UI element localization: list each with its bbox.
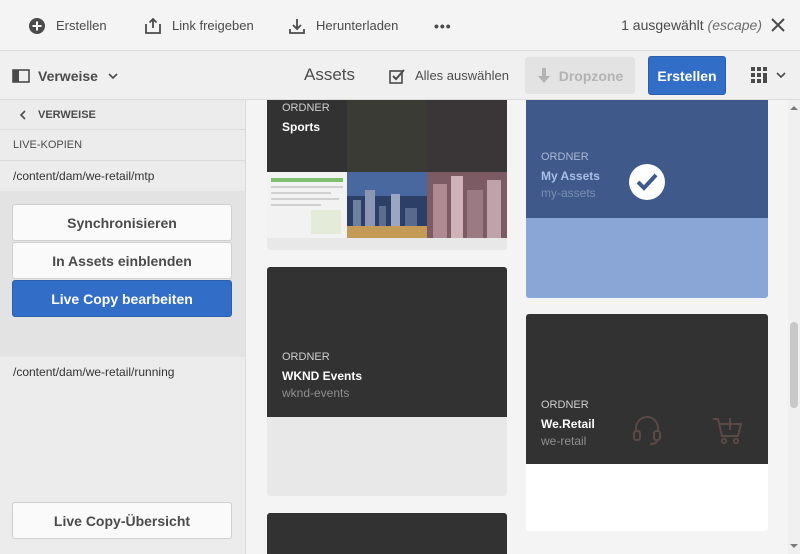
shopping-cart-icon <box>713 418 743 445</box>
card-type: ORDNER <box>282 351 330 363</box>
share-icon <box>145 17 161 34</box>
more-actions-button[interactable]: ••• <box>434 0 452 51</box>
close-selection-button[interactable] <box>768 15 788 35</box>
create-button[interactable]: Erstellen <box>648 56 726 95</box>
card-meta: ORDNER Sports <box>282 102 330 134</box>
selection-hint: (escape) <box>707 17 762 33</box>
download-action[interactable]: Herunterladen <box>288 0 398 51</box>
action-bar: Erstellen Link freigeben Herunterladen •… <box>0 0 800 51</box>
rail-selector[interactable]: Verweise <box>12 51 118 100</box>
selection-count: 1 ausgewählt (escape) <box>621 17 762 33</box>
folder-card-wknd-events[interactable]: ORDNER WKND Events wknd-events <box>267 267 507 496</box>
synchronize-button[interactable]: Synchronisieren <box>12 204 232 241</box>
dropzone-button[interactable]: Dropzone <box>525 57 635 94</box>
scroll-down-icon <box>790 544 798 548</box>
card-title: We.Retail <box>541 417 595 431</box>
card-subtitle: my-assets <box>541 186 596 200</box>
rail-back-button[interactable]: VERWEISE <box>0 100 245 130</box>
chevron-down-icon <box>108 72 118 79</box>
rail-back-label: VERWEISE <box>38 108 96 121</box>
select-all-checkbox-icon <box>389 68 405 84</box>
card-meta: ORDNER WKND Events wknd-events <box>282 351 362 400</box>
folder-card-partial[interactable] <box>267 513 507 554</box>
add-circle-icon <box>29 17 45 34</box>
close-icon <box>771 18 785 32</box>
content-scrollbar[interactable] <box>788 100 800 554</box>
live-copy-overview-button[interactable]: Live Copy-Übersicht <box>12 502 232 539</box>
headset-icon <box>633 416 661 445</box>
share-link-label: Link freigeben <box>172 18 254 33</box>
live-copy-path-item[interactable]: /content/dam/we-retail/running <box>0 357 245 387</box>
folder-card-my-assets[interactable]: ORDNER My Assets my-assets <box>526 100 768 298</box>
card-meta: ORDNER My Assets my-assets <box>541 151 600 200</box>
select-all-label: Alles auswählen <box>415 68 509 83</box>
scroll-up-icon <box>790 106 798 110</box>
card-title: My Assets <box>541 169 600 183</box>
card-title: WKND Events <box>282 369 363 383</box>
references-rail: VERWEISE LIVE-KOPIEN /content/dam/we-ret… <box>0 100 246 554</box>
card-type: ORDNER <box>541 399 589 411</box>
more-icon: ••• <box>434 17 452 34</box>
folder-card-we-retail[interactable]: ORDNER We.Retail we-retail <box>526 314 768 531</box>
scrollbar-thumb[interactable] <box>790 322 798 408</box>
page-title: Assets <box>304 65 356 84</box>
card-type: ORDNER <box>282 102 330 114</box>
live-copy-actions: Synchronisieren In Assets einblenden Liv… <box>0 191 245 357</box>
select-all-button[interactable]: Alles auswählen <box>389 51 509 100</box>
reveal-in-assets-button[interactable]: In Assets einblenden <box>12 242 232 279</box>
rail-panel-icon <box>12 68 30 83</box>
card-subtitle: wknd-events <box>282 386 350 400</box>
view-switcher[interactable] <box>750 66 786 84</box>
card-meta: ORDNER We.Retail we-retail <box>541 399 595 448</box>
chevron-down-icon <box>776 72 786 78</box>
create-action[interactable]: Erstellen <box>28 0 107 51</box>
grid-view-icon <box>751 67 767 83</box>
dropzone-label: Dropzone <box>558 67 624 84</box>
create-action-label: Erstellen <box>56 18 107 33</box>
card-title: Sports <box>282 120 321 134</box>
selection-count-text: 1 ausgewählt <box>621 17 704 33</box>
edit-live-copy-button[interactable]: Live Copy bearbeiten <box>12 280 232 317</box>
download-label: Herunterladen <box>316 18 399 33</box>
download-icon <box>289 18 305 34</box>
card-subtitle: we-retail <box>541 434 587 448</box>
chevron-left-icon <box>20 109 26 120</box>
live-copy-path-item[interactable]: /content/dam/we-retail/mtp <box>0 161 245 191</box>
folder-card-sports[interactable]: ORDNER Sports <box>267 100 507 250</box>
card-type: ORDNER <box>541 151 589 163</box>
toolbar: Verweise Assets Alles auswählen Dropzone… <box>0 51 800 100</box>
share-link-action[interactable]: Link freigeben <box>144 0 254 51</box>
checkmark-selected-icon <box>629 164 665 200</box>
rail-selector-label: Verweise <box>38 67 98 84</box>
dropzone-download-icon <box>537 67 550 83</box>
live-copies-heading: LIVE-KOPIEN <box>0 130 245 161</box>
assets-card-grid: ORDNER Sports ORDNER My Assets my-assets… <box>247 100 788 554</box>
